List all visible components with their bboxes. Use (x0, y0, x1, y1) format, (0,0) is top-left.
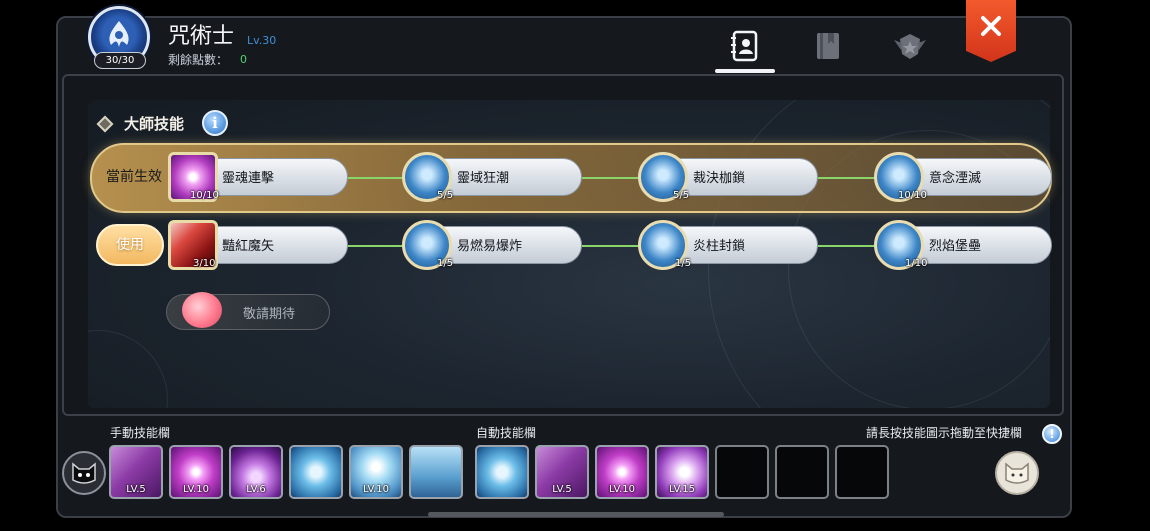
slot-level: LV.10 (363, 484, 389, 495)
skill-node-name: 靈域狂潮 (457, 171, 510, 186)
slot-level: LV.5 (552, 484, 572, 495)
remaining-points-label: 剩餘點數： (168, 53, 229, 67)
tree-connector (582, 177, 642, 179)
close-icon (981, 16, 1001, 36)
crest-icon (894, 34, 926, 59)
skill-node-name: 豔紅魔矢 (222, 239, 275, 254)
auto-slot-purple-cube-icon[interactable]: LV.5 (535, 445, 589, 499)
class-name: 咒術士 (168, 24, 235, 49)
coming-soon-text: 敬請期待 (243, 307, 296, 322)
class-level: Lv.30 (247, 34, 277, 47)
skill-node-level: 5/5 (673, 190, 690, 201)
pet-mascot-icon (182, 292, 222, 328)
skill-node-level: 1/10 (905, 258, 928, 269)
tree-connector (582, 245, 642, 247)
auto-slot-empty[interactable] (835, 445, 889, 499)
use-button[interactable]: 使用 (96, 224, 164, 266)
book-icon (817, 33, 839, 59)
auto-slot-purple-leaf-icon[interactable]: LV.15 (655, 445, 709, 499)
close-button[interactable] (966, 0, 1016, 62)
skill-node-level: 10/10 (898, 190, 927, 201)
manual-slot-blue-eye-icon[interactable]: LV.10 (349, 445, 403, 499)
slot-level: LV.5 (126, 484, 146, 495)
black-cat-avatar-icon[interactable] (62, 451, 106, 495)
auto-skill-bar-label: 自動技能欄 (476, 426, 537, 440)
slot-level: LV.10 (609, 484, 635, 495)
home-indicator-bar[interactable] (428, 512, 724, 517)
skill-node-name: 烈焰堡壘 (929, 239, 982, 254)
manual-slot-purple-cube-icon[interactable]: LV.5 (109, 445, 163, 499)
auto-slot-blue-arrows-icon[interactable] (475, 445, 529, 499)
skill-node-name: 易燃易爆炸 (457, 239, 523, 254)
alert-icon[interactable]: ! (1042, 424, 1062, 444)
auto-slot-magenta-burst-icon[interactable]: LV.10 (595, 445, 649, 499)
manual-slot-blue-figure-icon[interactable] (409, 445, 463, 499)
drag-hint-text: 請長按技能圖示拖動至快捷欄 (866, 426, 1023, 440)
skill-node-name: 靈魂連擊 (222, 171, 275, 186)
skill-node-name: 炎柱封鎖 (693, 239, 746, 254)
skill-book-icon (731, 30, 758, 62)
manual-skill-bar-label: 手動技能欄 (110, 426, 171, 440)
skill-node-level: 1/5 (437, 258, 454, 269)
tree-connector (818, 177, 878, 179)
tab-skills[interactable] (722, 26, 768, 66)
tree-connector (818, 245, 878, 247)
decorative-ring (88, 330, 168, 408)
skill-node-level: 10/10 (190, 190, 219, 201)
tab-book[interactable] (805, 26, 851, 66)
tree-connector (346, 245, 406, 247)
white-cat-avatar-icon[interactable] (995, 451, 1039, 495)
active-tab-indicator (715, 69, 775, 73)
auto-slot-empty[interactable] (775, 445, 829, 499)
tab-crest[interactable] (887, 26, 933, 66)
manual-slot-magenta-burst-icon[interactable]: LV.10 (169, 445, 223, 499)
skill-node-level: 1/5 (675, 258, 692, 269)
manual-slot-blue-arrows-icon[interactable] (289, 445, 343, 499)
section-title: 大師技能 (124, 115, 185, 133)
skill-node-name: 意念湮滅 (929, 171, 982, 186)
skill-node-level: 3/10 (193, 258, 216, 269)
manual-slot-purple-orb-icon[interactable]: LV.6 (229, 445, 283, 499)
auto-slot-empty[interactable] (715, 445, 769, 499)
remaining-points-value: 0 (240, 53, 247, 66)
skill-node-level: 5/5 (437, 190, 454, 201)
slot-level: LV.10 (183, 484, 209, 495)
tree-connector (346, 177, 406, 179)
skill-node-name: 裁決枷鎖 (693, 171, 746, 186)
slot-level: LV.6 (246, 484, 266, 495)
skill-points-badge: 30/30 (94, 52, 146, 69)
info-icon[interactable]: i (202, 110, 228, 136)
slot-level: LV.15 (669, 484, 695, 495)
row-label-active: 當前生效 (106, 169, 162, 185)
